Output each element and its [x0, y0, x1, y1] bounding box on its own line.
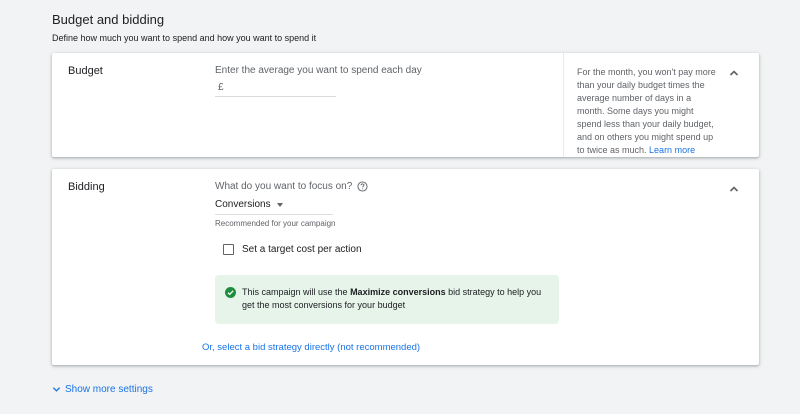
- chevron-up-icon[interactable]: [728, 183, 740, 195]
- section-title: Budget and bidding: [52, 12, 165, 27]
- show-more-label: Show more settings: [65, 384, 153, 395]
- chevron-up-icon[interactable]: [728, 67, 740, 79]
- dropdown-arrow-icon: [276, 202, 283, 207]
- focus-selected-value: Conversions: [215, 199, 271, 210]
- budget-amount-input[interactable]: [227, 82, 328, 93]
- learn-more-link[interactable]: Learn more: [649, 145, 695, 155]
- budget-amount-field[interactable]: £: [215, 79, 336, 97]
- focus-question: What do you want to focus on?: [215, 181, 368, 192]
- show-more-settings[interactable]: Show more settings: [52, 384, 153, 395]
- budget-card: Budget Enter the average you want to spe…: [52, 53, 759, 157]
- target-cpa-label: Set a target cost per action: [242, 244, 362, 255]
- focus-dropdown-underline: [215, 214, 333, 215]
- focus-question-text: What do you want to focus on?: [215, 181, 353, 192]
- info-prefix: This campaign will use the: [242, 287, 351, 297]
- budget-help-text: For the month, you won't pay more than y…: [577, 66, 717, 157]
- budget-prompt: Enter the average you want to spend each…: [215, 65, 422, 76]
- help-circle-icon[interactable]: [357, 181, 368, 192]
- budget-label: Budget: [68, 65, 103, 77]
- recommended-hint: Recommended for your campaign: [215, 219, 336, 228]
- section-subtitle: Define how much you want to spend and ho…: [52, 33, 317, 43]
- target-cpa-option[interactable]: Set a target cost per action: [223, 244, 362, 255]
- bidding-label: Bidding: [68, 181, 105, 193]
- check-circle-icon: [225, 287, 236, 298]
- info-strategy-name: Maximize conversions: [350, 287, 446, 297]
- bidding-card: Bidding What do you want to focus on? Co…: [52, 169, 759, 365]
- currency-symbol: £: [218, 82, 224, 93]
- budget-divider: [563, 53, 564, 157]
- select-bid-strategy-link[interactable]: Or, select a bid strategy directly (not …: [202, 342, 420, 353]
- strategy-info-box: This campaign will use the Maximize conv…: [215, 275, 559, 324]
- chevron-down-icon: [52, 385, 61, 394]
- budget-help-body: For the month, you won't pay more than y…: [577, 67, 716, 155]
- focus-dropdown[interactable]: Conversions: [215, 196, 333, 213]
- target-cpa-checkbox[interactable]: [223, 244, 234, 255]
